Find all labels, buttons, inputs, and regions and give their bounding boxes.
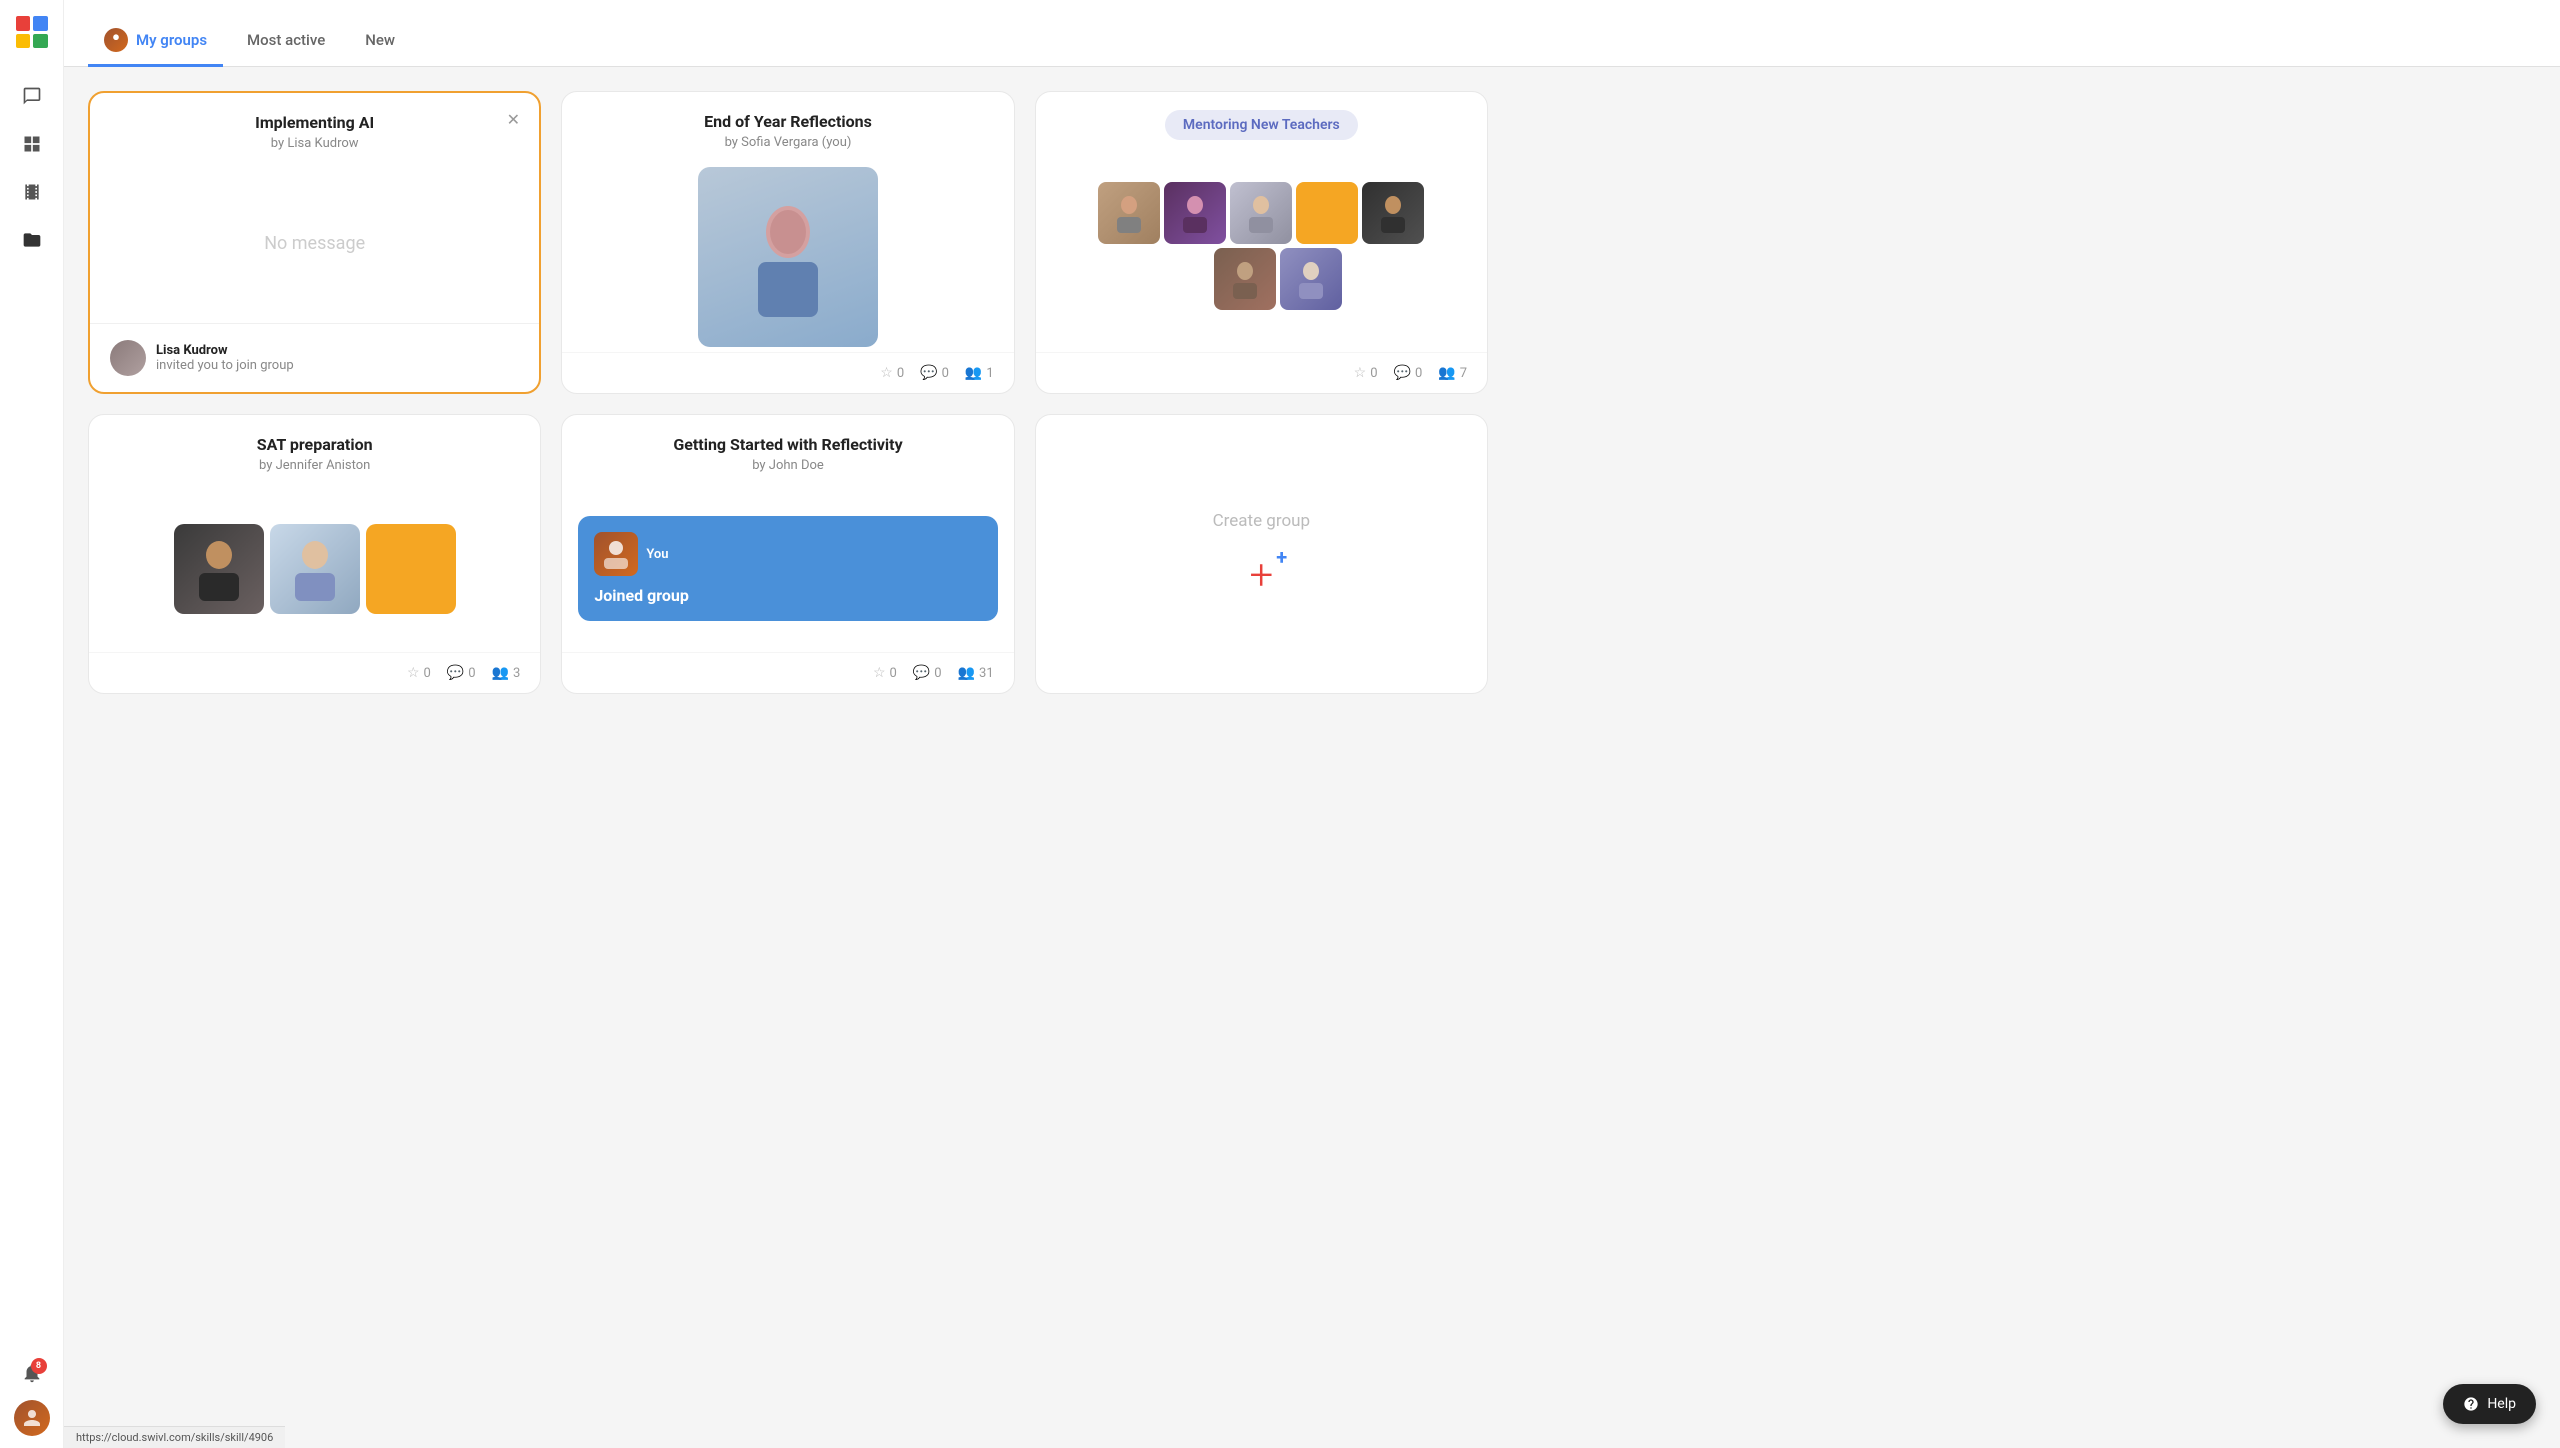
card-subtitle: by Jennifer Aniston	[109, 458, 520, 473]
card-body: You Joined group	[562, 485, 1013, 652]
card-subtitle: by Lisa Kudrow	[110, 136, 519, 151]
card-footer: ☆ 0 💬 0 👥 31	[562, 652, 1013, 693]
comment-icon: 💬	[913, 665, 930, 681]
tab-my-groups[interactable]: My groups	[88, 16, 223, 67]
member-photo	[1214, 248, 1276, 310]
help-label: Help	[2487, 1396, 2516, 1412]
members-icon: 👥	[492, 665, 509, 681]
status-bar: https://cloud.swivl.com/skills/skill/490…	[64, 1426, 285, 1448]
card-title: Implementing AI	[110, 113, 519, 132]
you-avatar	[594, 532, 638, 576]
groups-grid: ✕ Implementing AI by Lisa Kudrow No mess…	[88, 91, 1488, 694]
member-mosaic	[1048, 182, 1475, 310]
inviter-avatar	[110, 340, 146, 376]
inviter-name: Lisa Kudrow	[156, 343, 228, 358]
star-icon: ☆	[407, 665, 420, 681]
user-avatar[interactable]	[14, 1400, 50, 1436]
member-photo	[270, 524, 360, 614]
main-content: My groups Most active New ✕ Implementing…	[64, 0, 2560, 1448]
stars-stat: ☆ 0	[407, 665, 431, 681]
tab-new[interactable]: New	[349, 19, 411, 64]
notification-badge: 8	[31, 1358, 47, 1374]
dashboard-icon[interactable]	[12, 124, 52, 164]
member-photo-orange	[1296, 182, 1358, 244]
card-header: Getting Started with Reflectivity by Joh…	[562, 415, 1013, 485]
members-icon: 👥	[965, 365, 982, 381]
joined-text: Joined group	[594, 586, 981, 605]
group-card-getting-started[interactable]: Getting Started with Reflectivity by Joh…	[561, 414, 1014, 694]
media-icon[interactable]	[12, 172, 52, 212]
members-icon: 👥	[1438, 365, 1455, 381]
invite-text-block: Lisa Kudrow invited you to join group	[156, 343, 294, 373]
group-card-sat[interactable]: SAT preparation by Jennifer Aniston	[88, 414, 541, 694]
card-header: End of Year Reflections by Sofia Vergara…	[562, 92, 1013, 162]
member-photo	[174, 524, 264, 614]
card-body: No message	[90, 163, 539, 323]
comments-stat: 💬 0	[920, 365, 949, 381]
invite-description: invited you to join group	[156, 358, 294, 373]
card-footer: ☆ 0 💬 0 👥 1	[562, 352, 1013, 393]
sat-photos	[174, 524, 456, 614]
joined-message: You Joined group	[578, 516, 997, 621]
group-card-mentoring[interactable]: Mentoring New Teachers	[1035, 91, 1488, 394]
card-header: Mentoring New Teachers	[1036, 92, 1487, 140]
member-photo	[1098, 182, 1160, 244]
invite-footer: Lisa Kudrow invited you to join group	[90, 323, 539, 392]
member-photo-orange	[366, 524, 456, 614]
comment-icon: 💬	[1394, 365, 1411, 381]
members-stat: 👥 3	[492, 665, 521, 681]
app-logo[interactable]	[12, 12, 52, 52]
group-badge: Mentoring New Teachers	[1165, 110, 1358, 140]
group-card-implementing-ai[interactable]: ✕ Implementing AI by Lisa Kudrow No mess…	[88, 91, 541, 394]
member-photo	[1280, 248, 1342, 310]
no-message-text: No message	[264, 233, 365, 254]
stars-stat: ☆ 0	[873, 665, 897, 681]
card-body	[89, 485, 540, 652]
notification-bell[interactable]: 8	[21, 1362, 43, 1388]
member-photo	[1362, 182, 1424, 244]
card-title: Getting Started with Reflectivity	[582, 435, 993, 454]
card-subtitle: by John Doe	[582, 458, 993, 473]
card-footer: ☆ 0 💬 0 👥 7	[1036, 352, 1487, 393]
card-subtitle: by Sofia Vergara (you)	[582, 135, 993, 150]
groups-content: ✕ Implementing AI by Lisa Kudrow No mess…	[64, 67, 2560, 1448]
star-icon: ☆	[873, 665, 886, 681]
you-row: You	[594, 532, 981, 576]
folder-icon[interactable]	[12, 220, 52, 260]
comment-icon: 💬	[447, 665, 464, 681]
help-button[interactable]: Help	[2443, 1384, 2536, 1424]
member-photo	[1230, 182, 1292, 244]
create-plus-icon: + +	[1249, 555, 1273, 597]
card-header: SAT preparation by Jennifer Aniston	[89, 415, 540, 485]
tabs-bar: My groups Most active New	[64, 0, 2560, 67]
you-label: You	[646, 547, 668, 562]
chat-icon[interactable]	[12, 76, 52, 116]
comment-icon: 💬	[920, 365, 937, 381]
member-photo	[1164, 182, 1226, 244]
group-card-end-of-year[interactable]: End of Year Reflections by Sofia Vergara…	[561, 91, 1014, 394]
person-photo	[698, 167, 878, 347]
comments-stat: 💬 0	[447, 665, 476, 681]
tab-most-active[interactable]: Most active	[231, 19, 341, 64]
card-title: SAT preparation	[109, 435, 520, 454]
comments-stat: 💬 0	[913, 665, 942, 681]
card-body	[1036, 140, 1487, 352]
sidebar: 8	[0, 0, 64, 1448]
members-icon: 👥	[958, 665, 975, 681]
members-stat: 👥 7	[1438, 365, 1467, 381]
card-body	[562, 162, 1013, 352]
star-icon: ☆	[880, 365, 893, 381]
card-title: End of Year Reflections	[582, 112, 993, 131]
group-card-create[interactable]: Create group + +	[1035, 414, 1488, 694]
stars-stat: ☆ 0	[1354, 365, 1378, 381]
star-icon: ☆	[1354, 365, 1367, 381]
card-header: Implementing AI by Lisa Kudrow	[90, 93, 539, 163]
create-group-label: Create group	[1213, 511, 1310, 531]
members-stat: 👥 31	[958, 665, 994, 681]
stars-stat: ☆ 0	[880, 365, 904, 381]
members-stat: 👥 1	[965, 365, 994, 381]
comments-stat: 💬 0	[1394, 365, 1423, 381]
card-footer: ☆ 0 💬 0 👥 3	[89, 652, 540, 693]
